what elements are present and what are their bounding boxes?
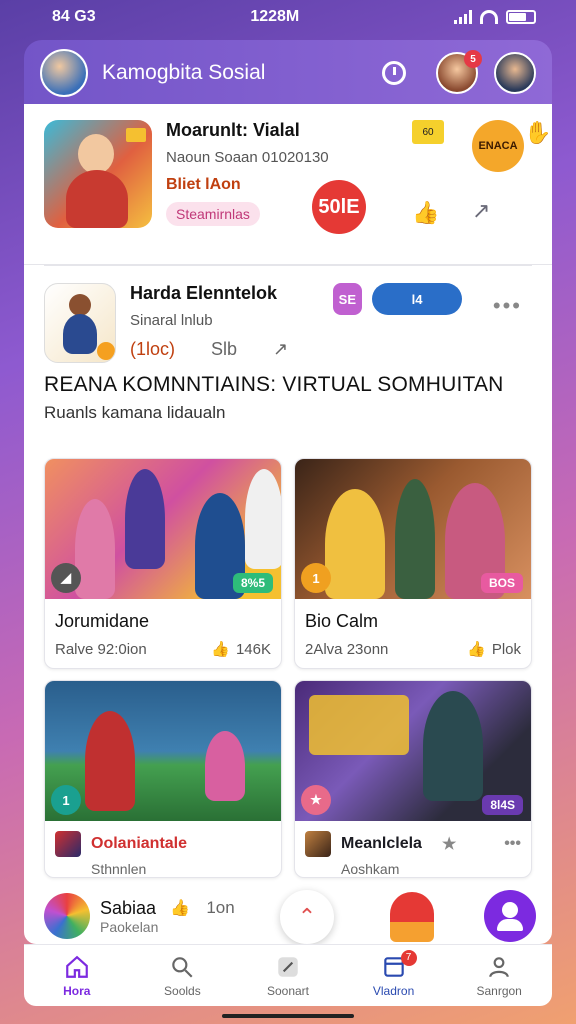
category-chip[interactable]: Steamirnlas [166,202,260,226]
card-image[interactable]: 1 BOS [295,459,531,599]
section-subtitle: Ruanls kamana lidaualn [44,403,226,422]
status-bar: 84 G3 1228M [0,0,576,34]
nav-home[interactable]: Hora [32,954,122,998]
app-header: Kamogbita Sosial 5 [24,40,552,106]
signal-icon [453,10,472,24]
card-title: Oolaniantale [91,835,188,852]
nav-compose[interactable]: Soonart [243,954,333,998]
nav-label: Vladron [372,983,415,998]
app-title: Kamogbita Sosial [102,61,266,84]
video-card[interactable]: 1 Oolaniantale Sthnnlen [44,680,282,878]
video-card[interactable]: ★ 8l4S Meanlclela ★ ••• Aoshkam [294,680,532,878]
feed-subtitle: Sinaral lnlub [130,312,213,329]
nav-badge: 7 [400,949,417,966]
friend-avatar[interactable]: 5 [436,50,482,94]
card-sub: Sthnnlen [91,861,147,877]
strip-sub: Paokelan [100,918,159,935]
compose-icon [278,956,298,977]
channel-badge: 1 [301,563,331,593]
feed-title: Harda Elenntelok [130,283,278,303]
nav-label: Soolds [164,983,201,998]
reaction-count[interactable]: (1loc) [130,339,175,360]
feed-item[interactable]: Harda Elenntelok Sinaral lnlub (1loc) Sl… [24,264,552,363]
video-card[interactable]: ◢ 8%5 Jorumidane Ralve 92:0ion 👍 146K [44,458,282,669]
home-indicator [222,1014,354,1018]
status-time: 1228M [250,8,300,25]
search-icon [172,956,193,978]
share-icon[interactable]: ↗ [273,339,288,360]
sticker-badge: 60 [412,120,444,144]
home-icon [65,955,88,978]
channel-thumb [305,831,331,857]
like-count: 146K [235,640,271,658]
like-count: Plok [491,640,521,658]
timer-icon[interactable] [382,61,406,85]
add-friend-button[interactable] [484,890,536,942]
wave-icon[interactable]: ✋ [524,120,551,146]
nav-label: Soonart [266,983,309,998]
channel-badge: ◢ [51,563,81,593]
notification-badge: 5 [464,50,482,68]
profile-icon [489,956,509,977]
main-content: Moarunlt: Vialal Naoun Soaan 01020130 Bl… [24,104,552,944]
status-icons [453,10,536,24]
gift-icon[interactable] [390,892,434,942]
card-image[interactable]: ★ 8l4S [295,681,531,821]
profile-avatar[interactable] [494,52,536,94]
comment-count[interactable]: Slb [211,339,237,360]
group-avatar[interactable] [40,49,88,97]
card-sub: Aoshkam [341,861,400,877]
nav-label: Sanrgon [476,983,522,998]
card-image[interactable]: 1 [45,681,281,821]
card-title: Bio Calm [305,611,379,631]
percent-tag: 8%5 [232,573,273,593]
nav-profile[interactable]: Sanrgon [454,954,544,998]
feed-item[interactable]: Moarunlt: Vialal Naoun Soaan 01020130 Bl… [24,120,552,234]
feed-thumbnail[interactable] [44,283,116,363]
wifi-icon [479,10,498,24]
strip-count: 1on [206,898,235,917]
video-card[interactable]: 1 BOS Bio Calm 2Alva 23onn 👍 Plok [294,458,532,669]
nav-messages[interactable]: 7 Vladron [349,949,439,998]
section-header: REANA KOMNNTIAINS: VIRTUAL SOMHUITAN Rua… [44,372,534,423]
divider [44,265,532,266]
percent-tag: 8l4S [482,795,523,815]
channel-badge: ★ [301,785,331,815]
percent-tag: BOS [480,573,523,593]
card-image[interactable]: ◢ 8%5 [45,459,281,599]
center-action-button[interactable]: ⌃ [280,890,334,944]
battery-icon [505,10,536,24]
user-avatar[interactable] [44,893,90,939]
now-playing-bar[interactable]: Sabiaa Paokelan 👍 1on ⌃ [44,890,536,944]
strip-name: Sabiaa [100,897,157,918]
like-icon[interactable]: 👍 [170,898,190,918]
card-sub: 2Alva 23onn [305,640,389,658]
section-title: REANA KOMNNTIAINS: VIRTUAL SOMHUITAN [44,373,504,396]
card-title: Meanlclela [341,835,422,852]
star-icon[interactable]: ★ [442,834,456,854]
card-sub: Ralve 92:0ion [55,640,147,658]
more-icon[interactable]: ••• [493,293,522,319]
feed-thumbnail[interactable] [44,120,152,228]
like-icon[interactable]: 👍 [211,640,230,658]
card-title: Jorumidane [55,611,150,631]
sticker-row: SE l4 [332,283,462,315]
like-icon[interactable]: 👍 [467,640,486,658]
more-icon[interactable]: ••• [504,835,521,853]
live-badge[interactable]: 50lE [312,180,366,234]
sticker[interactable]: SE [332,283,362,315]
channel-thumb [55,831,81,857]
share-icon[interactable]: ↗ [472,198,490,224]
bottom-nav: Hora Soolds Soonart 7 Vladron Sanrgon [24,944,552,1006]
nav-search[interactable]: Soolds [137,954,227,998]
like-icon[interactable]: 👍 [412,200,439,226]
event-badge[interactable]: ENACA [472,120,524,172]
nav-label: Hora [63,983,91,998]
channel-badge: 1 [51,785,81,815]
status-time-left: 84 G3 [52,8,96,25]
sticker[interactable]: l4 [372,283,462,315]
